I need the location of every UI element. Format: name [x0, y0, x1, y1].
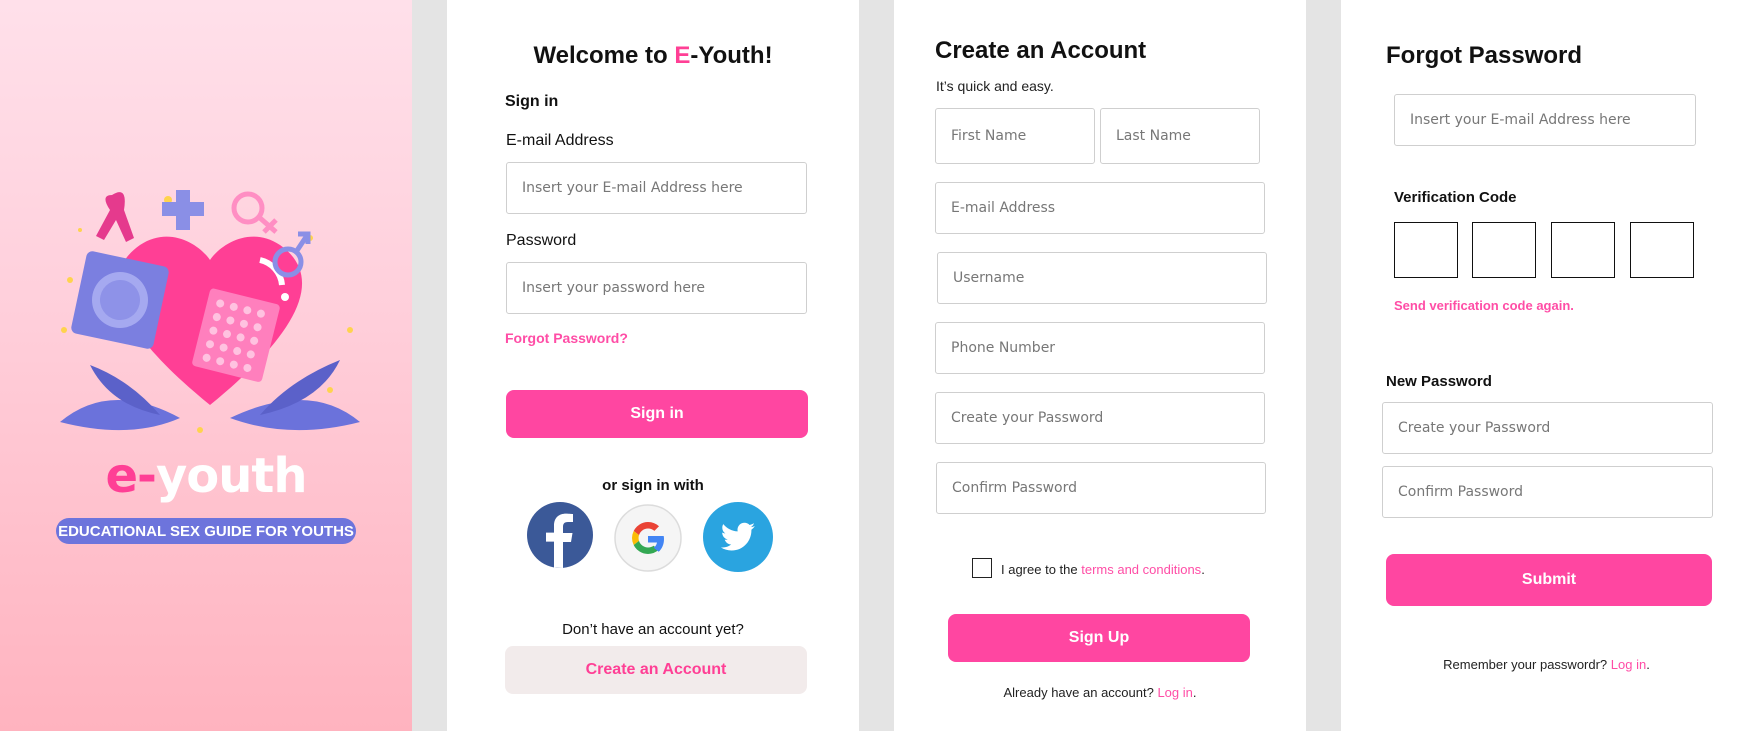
signin-panel: Welcome to E-Youth! Sign in E-mail Addre… — [447, 0, 859, 731]
signup-confirm-input[interactable]: Confirm Password — [936, 462, 1266, 514]
last-name-input[interactable]: Last Name — [1100, 108, 1260, 164]
code-box-2[interactable] — [1472, 222, 1536, 278]
code-box-1[interactable] — [1394, 222, 1458, 278]
signup-button[interactable]: Sign Up — [948, 614, 1250, 662]
verification-label: Verification Code — [1394, 189, 1517, 206]
confirm-new-password-input[interactable]: Confirm Password — [1382, 466, 1713, 518]
signup-panel: Create an Account It’s quick and easy. F… — [894, 0, 1306, 731]
resend-code-link[interactable]: Send verification code again. — [1394, 298, 1574, 313]
facebook-icon[interactable] — [527, 502, 593, 568]
forgot-panel: Forgot Password Insert your E-mail Addre… — [1341, 0, 1752, 731]
new-password-label: New Password — [1386, 373, 1492, 390]
female-icon — [231, 191, 278, 234]
signin-password-input[interactable]: Insert your password here — [506, 262, 807, 314]
twitter-icon[interactable] — [703, 502, 773, 572]
google-icon[interactable] — [614, 504, 682, 572]
have-account-text: Already have an account? — [1003, 685, 1158, 700]
create-account-button[interactable]: Create an Account — [505, 646, 807, 694]
splash-illustration — [60, 190, 360, 433]
terms-checkbox[interactable] — [972, 558, 992, 578]
agree-end: . — [1201, 562, 1205, 577]
signin-email-input[interactable]: Insert your E-mail Address here — [506, 162, 807, 214]
signup-subtitle: It’s quick and easy. — [936, 78, 1054, 94]
logo-suffix: youth — [155, 448, 308, 504]
forgot-password-link[interactable]: Forgot Password? — [505, 330, 628, 346]
signin-subtitle: Sign in — [505, 93, 559, 110]
logo-prefix: e- — [105, 448, 156, 504]
submit-button[interactable]: Submit — [1386, 554, 1712, 606]
remember-line: Remember your passwordr? Log in. — [1341, 657, 1752, 672]
signup-login-link[interactable]: Log in — [1157, 685, 1192, 700]
terms-link[interactable]: terms and conditions — [1081, 562, 1201, 577]
agree-text: I agree to the — [1001, 562, 1082, 577]
forgot-email-input[interactable]: Insert your E-mail Address here — [1394, 94, 1696, 146]
terms-agreement: I agree to the terms and conditions. — [1001, 562, 1205, 577]
remember-text: Remember your passwordr? — [1443, 657, 1611, 672]
signin-title-suffix: -Youth! — [690, 42, 773, 69]
signin-button[interactable]: Sign in — [506, 390, 808, 438]
forgot-login-end: . — [1646, 657, 1650, 672]
code-box-3[interactable] — [1551, 222, 1615, 278]
signin-title-accent: E — [674, 42, 691, 69]
signup-login-end: . — [1192, 685, 1197, 700]
forgot-title: Forgot Password — [1386, 42, 1583, 69]
signin-title-prefix: Welcome to — [533, 42, 675, 69]
splash-panel: e-youth EDUCATIONAL SEX GUIDE FOR YOUTHS — [0, 0, 412, 731]
brand-logo: e-youth — [0, 448, 412, 504]
signin-title: Welcome to E-Youth! — [447, 42, 859, 70]
brand-tagline: EDUCATIONAL SEX GUIDE FOR YOUTHS — [56, 518, 356, 544]
plus-icon — [162, 190, 204, 230]
phone-input[interactable]: Phone Number — [935, 322, 1265, 374]
first-name-input[interactable]: First Name — [935, 108, 1095, 164]
signup-email-input[interactable]: E-mail Address — [935, 182, 1265, 234]
social-caption: or sign in with — [602, 477, 704, 494]
have-account-line: Already have an account? Log in. — [894, 685, 1306, 700]
signup-password-input[interactable]: Create your Password — [935, 392, 1265, 444]
password-label: Password — [506, 232, 577, 249]
username-input[interactable]: Username — [937, 252, 1267, 304]
condom-icon — [71, 251, 169, 349]
ribbon-icon — [96, 192, 134, 242]
forgot-login-link[interactable]: Log in — [1611, 657, 1646, 672]
email-label: E-mail Address — [506, 132, 614, 149]
signup-title: Create an Account — [935, 37, 1147, 64]
no-account-text: Don’t have an account yet? — [562, 621, 744, 638]
code-box-4[interactable] — [1630, 222, 1694, 278]
new-password-input[interactable]: Create your Password — [1382, 402, 1713, 454]
